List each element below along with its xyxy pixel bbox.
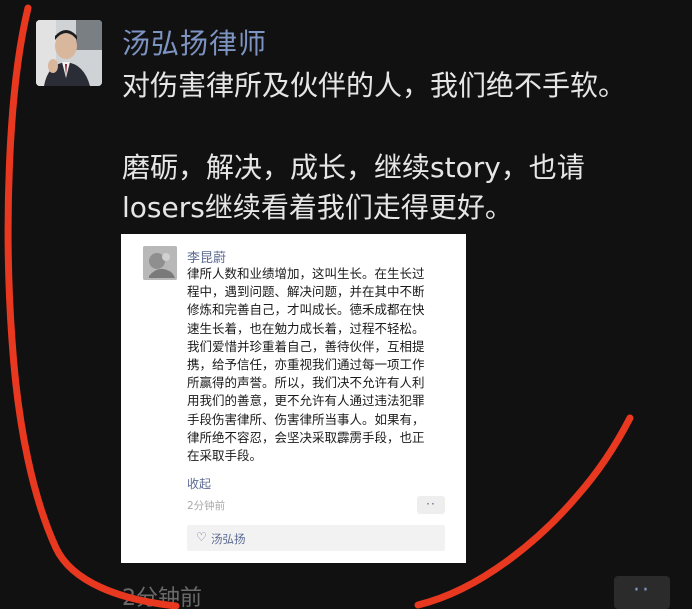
avatar-image-icon: [143, 246, 177, 280]
post-line: 对伤害律所及伙伴的人，我们绝不手软。: [122, 69, 627, 102]
embedded-line: 修炼和完善自己，才叫成长。德禾成都在快: [187, 302, 425, 318]
post-line: 磨砺，解决，成长，继续story，也请: [122, 151, 585, 184]
embedded-line: 所赢得的声誉。所以，我们决不允许有人利: [187, 375, 425, 391]
embedded-line: 携，给予信任，亦重视我们通过每一项工作: [187, 357, 425, 373]
embedded-line: 手段伤害律所、伤害律所当事人。如果有，: [187, 411, 425, 427]
embedded-screenshot[interactable]: 李昆蔚 律所人数和业绩增加，这叫生长。在生长过 程中，遇到问题、解决问题，并在其…: [121, 234, 466, 563]
embedded-post-text: 律所人数和业绩增加，这叫生长。在生长过 程中，遇到问题、解决问题，并在其中不断 …: [187, 265, 457, 465]
author-avatar[interactable]: [36, 20, 102, 86]
heart-outline-icon: ♡: [196, 530, 207, 544]
embedded-likes-bar: ♡ 汤弘扬: [187, 525, 445, 551]
embedded-avatar: [143, 246, 177, 280]
embedded-author-name: 李昆蔚: [187, 251, 227, 266]
post-text: 对伤害律所及伙伴的人，我们绝不手软。 磨砺，解决，成长，继续story，也请 l…: [122, 66, 682, 228]
embedded-line: 在采取手段。: [187, 448, 263, 464]
person-photo-icon: [36, 20, 102, 86]
post-line: losers继续看着我们走得更好。: [122, 191, 513, 224]
embedded-line: 我们爱惜并珍重着自己，善待伙伴，互相提: [187, 338, 425, 354]
embedded-like-name: 汤弘扬: [211, 532, 246, 546]
moments-feed: 汤弘扬律师 对伤害律所及伙伴的人，我们绝不手软。 磨砺，解决，成长，继续stor…: [0, 0, 692, 609]
post-more-button[interactable]: ··: [614, 576, 670, 609]
embedded-collapse-link: 收起: [187, 477, 212, 491]
embedded-line: 用我们的善意，更不允许有人通过违法犯罪: [187, 393, 425, 409]
post-timestamp: 2分钟前: [122, 586, 202, 609]
embedded-more-button: ··: [417, 496, 445, 514]
embedded-line: 速生长着，也在勉力成长着，过程不轻松。: [187, 320, 425, 336]
author-name[interactable]: 汤弘扬律师: [122, 22, 267, 62]
embedded-line: 程中，遇到问题、解决问题，并在其中不断: [187, 284, 425, 300]
embedded-timestamp: 2分钟前: [187, 500, 226, 512]
embedded-line: 律所绝不容忍，会坚决采取霹雳手段，也正: [187, 429, 425, 445]
embedded-line: 律所人数和业绩增加，这叫生长。在生长过: [187, 266, 425, 281]
